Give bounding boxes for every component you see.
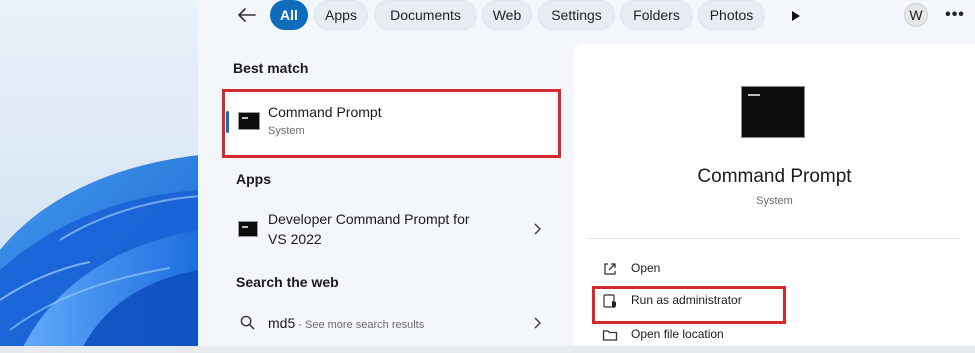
action-open-file-location[interactable]: Open file location xyxy=(574,321,975,346)
ellipsis-icon: ••• xyxy=(945,6,965,23)
play-icon xyxy=(792,11,800,21)
search-results-panel: All Apps Documents Web Settings Folders … xyxy=(198,0,975,346)
app-result-developer-command-prompt[interactable]: Developer Command Prompt for VS 2022 xyxy=(226,204,556,252)
tab-apps[interactable]: Apps xyxy=(314,0,368,30)
apps-heading: Apps xyxy=(236,171,271,187)
folder-icon xyxy=(602,330,618,341)
tab-settings[interactable]: Settings xyxy=(538,0,615,30)
action-open-file-location-label: Open file location xyxy=(631,327,724,341)
app-result-title-line1: Developer Command Prompt for xyxy=(268,211,470,227)
action-open-label: Open xyxy=(631,261,661,275)
best-match-title: Command Prompt xyxy=(268,104,382,120)
web-query: md5 xyxy=(268,315,296,331)
chevron-right-icon xyxy=(534,317,542,329)
more-filters-button[interactable] xyxy=(786,6,806,26)
command-prompt-icon xyxy=(238,112,260,130)
details-title: Command Prompt xyxy=(697,166,852,187)
best-match-subtitle: System xyxy=(268,125,305,137)
more-options-button[interactable]: ••• xyxy=(942,4,968,26)
web-hint: - See more search results xyxy=(295,319,425,331)
avatar[interactable]: W xyxy=(904,3,928,27)
tab-all[interactable]: All xyxy=(270,0,308,30)
action-run-as-administrator-label: Run as administrator xyxy=(631,293,742,307)
app-result-title-line2: VS 2022 xyxy=(268,231,322,247)
desktop-wallpaper xyxy=(0,0,200,353)
open-external-icon xyxy=(604,263,616,275)
tab-folders[interactable]: Folders xyxy=(620,0,693,30)
search-icon xyxy=(240,315,255,330)
arrow-left-icon xyxy=(238,8,256,22)
bottom-strip xyxy=(0,346,975,353)
best-match-heading: Best match xyxy=(233,60,309,76)
action-open[interactable]: Open xyxy=(574,255,975,283)
tab-web[interactable]: Web xyxy=(482,0,532,30)
best-match-result[interactable]: Command Prompt System xyxy=(222,91,555,155)
search-web-heading: Search the web xyxy=(236,274,339,290)
tab-photos[interactable]: Photos xyxy=(698,0,765,30)
command-prompt-icon xyxy=(238,221,258,237)
filter-bar: All Apps Documents Web Settings Folders … xyxy=(198,0,975,34)
tab-documents[interactable]: Documents xyxy=(374,0,477,30)
shield-icon xyxy=(603,294,616,308)
web-result-md5[interactable]: md5 - See more search results xyxy=(226,306,556,340)
back-button[interactable] xyxy=(234,2,260,28)
action-run-as-administrator[interactable]: Run as administrator xyxy=(574,287,975,315)
command-prompt-icon xyxy=(741,86,805,138)
web-result-text: md5 - See more search results xyxy=(268,315,424,333)
selection-indicator xyxy=(226,111,229,133)
divider xyxy=(588,238,960,239)
chevron-right-icon xyxy=(534,223,542,235)
details-subtitle: System xyxy=(756,195,793,207)
details-pane: Command Prompt System Open Run as admini… xyxy=(574,44,975,346)
